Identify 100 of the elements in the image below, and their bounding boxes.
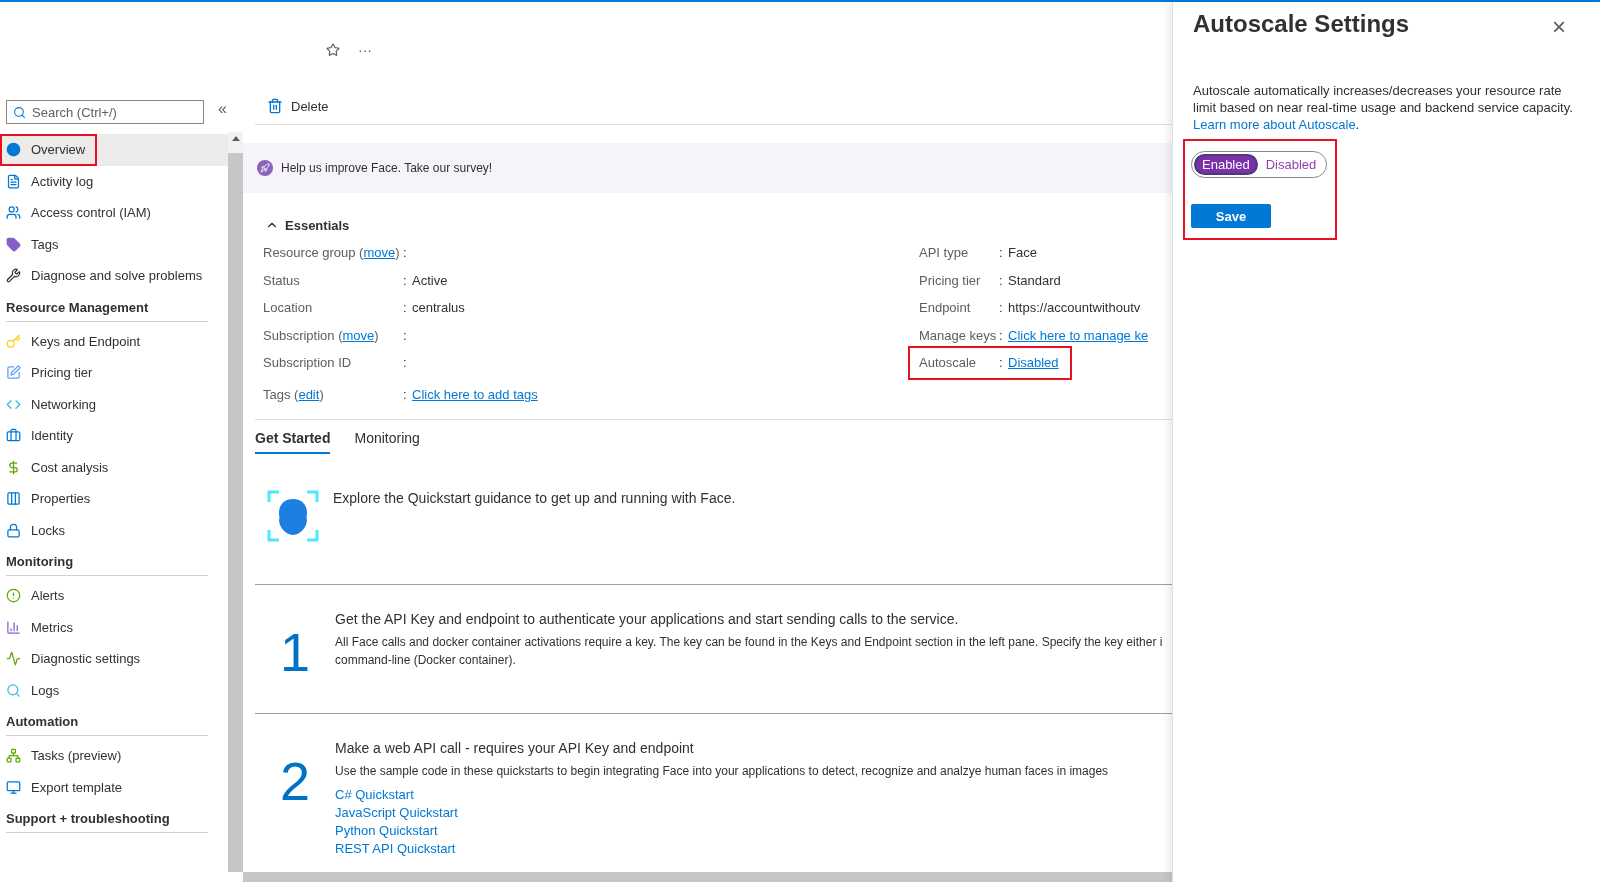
- section-title: Resource Management: [6, 291, 208, 322]
- intro-text: Explore the Quickstart guidance to get up and running with Face.: [333, 489, 736, 508]
- tab[interactable]: Get Started: [255, 429, 331, 454]
- wrench-icon: [6, 268, 21, 284]
- quickstart-link[interactable]: Python Quickstart: [335, 821, 1109, 840]
- alert-icon: [6, 588, 21, 604]
- field-link[interactable]: Click here to add tags: [412, 387, 538, 402]
- field-label: Location: [263, 300, 314, 316]
- separator: :: [403, 387, 408, 402]
- nav-item[interactable]: Tasks (preview): [0, 740, 228, 772]
- field-value: Standard: [1008, 272, 1061, 288]
- log-icon: [6, 173, 21, 189]
- separator: :: [403, 272, 408, 288]
- field-label: Tags (edit): [263, 387, 325, 402]
- edit-icon: [6, 365, 21, 381]
- separator: :: [403, 327, 408, 343]
- nav-item[interactable]: Properties: [0, 483, 228, 515]
- nav-item[interactable]: Activity log: [0, 165, 228, 197]
- save-button[interactable]: Save: [1191, 204, 1271, 228]
- toggle-option[interactable]: Disabled: [1257, 154, 1325, 175]
- field-label: Endpoint: [919, 300, 972, 316]
- separator: :: [999, 355, 1004, 371]
- step-description: All Face calls and docker container activations require a key. The key can be found in the Keys and Endpoint section in the left pane. Specify the key either i: [335, 633, 1163, 651]
- more-button[interactable]: ···: [358, 42, 372, 58]
- section-title: Automation: [6, 706, 208, 736]
- nav-item[interactable]: Cost analysis: [0, 451, 228, 483]
- bars-icon: [6, 491, 21, 507]
- search-icon: [13, 105, 26, 119]
- field-label: Manage keys: [919, 327, 998, 343]
- field-value: centralus: [412, 300, 465, 316]
- separator: :: [999, 245, 1004, 261]
- panel-description: Autoscale automatically increases/decreases your resource rate limit based on near real-time usage and backend service capacity. Learn more about Autoscale.: [1193, 82, 1574, 133]
- dollar-icon: [6, 459, 21, 475]
- nav-item[interactable]: Locks: [0, 514, 228, 546]
- field-label: Pricing tier: [919, 272, 982, 288]
- field-label: Status: [263, 272, 301, 288]
- collapse-button[interactable]: «: [218, 100, 227, 118]
- nav-item[interactable]: Networking: [0, 388, 228, 420]
- nav-item[interactable]: Diagnose and solve problems: [0, 260, 228, 292]
- separator: :: [999, 327, 1004, 343]
- quickstart-link[interactable]: JavaScript Quickstart: [335, 803, 1109, 822]
- nav-item[interactable]: Alerts: [0, 580, 228, 612]
- quickstart-link[interactable]: C# Quickstart: [335, 785, 1109, 804]
- step-heading: Get the API Key and endpoint to authenticate your applications and start sending calls to the service.: [335, 610, 960, 627]
- briefcase-icon: [6, 428, 21, 444]
- step-number: 2: [278, 749, 311, 813]
- search-field[interactable]: Search (Ctrl+/): [6, 100, 204, 124]
- panel-title: Autoscale Settings: [1193, 10, 1410, 38]
- face-icon: [267, 489, 319, 542]
- field-value: Active: [412, 272, 448, 288]
- nav-item[interactable]: Logs: [0, 674, 228, 706]
- field-label: API type: [919, 245, 970, 261]
- field-link[interactable]: Disabled: [1008, 355, 1059, 371]
- separator: :: [999, 300, 1004, 316]
- close-button[interactable]: ×: [1546, 12, 1572, 42]
- section-title: Monitoring: [6, 546, 208, 576]
- trash-icon: [267, 98, 283, 114]
- tasks-icon: [6, 748, 21, 764]
- field-label: Autoscale: [919, 355, 978, 371]
- tab[interactable]: Monitoring: [354, 429, 420, 454]
- nav-item[interactable]: Identity: [0, 420, 228, 452]
- scrollbar[interactable]: [243, 872, 1172, 882]
- chart-icon: [6, 619, 21, 635]
- nav-item[interactable]: Tags: [0, 228, 228, 260]
- section-title: Essentials: [285, 217, 350, 233]
- step-description: Use the sample code in these quickstarts to begin integrating Face into your applications to detect, recognize and analzye human faces in images: [335, 762, 1109, 780]
- key-icon: [6, 333, 21, 349]
- delete-button[interactable]: Delete: [255, 98, 341, 114]
- nav-item[interactable]: Diagnostic settings: [0, 643, 228, 675]
- toggle-option[interactable]: Enabled: [1194, 154, 1258, 175]
- inline-link[interactable]: move: [363, 245, 396, 261]
- learn-more-link[interactable]: Learn more about Autoscale: [1193, 117, 1356, 132]
- nav-item[interactable]: Access control (IAM): [0, 197, 228, 229]
- section-title: Support + troubleshooting: [6, 803, 208, 833]
- separator: :: [403, 300, 408, 316]
- step-description: command-line (Docker container).: [335, 651, 517, 669]
- lock-icon: [6, 522, 21, 538]
- search-icon: [6, 682, 21, 698]
- banner-text: Help us improve Face. Take our survey!: [281, 161, 493, 175]
- favorite-button[interactable]: [326, 43, 340, 57]
- tag-icon: [6, 236, 21, 252]
- field-label: Subscription ID: [263, 355, 353, 371]
- field-label: Subscription (move): [263, 327, 380, 343]
- inline-link[interactable]: move: [342, 327, 375, 343]
- inline-link[interactable]: edit: [298, 387, 320, 402]
- nav-item[interactable]: Pricing tier: [0, 357, 228, 389]
- step-number: 1: [278, 620, 311, 683]
- field-label: Resource group (move): [263, 245, 401, 261]
- step-heading: Make a web API call - requires your API Key and endpoint: [335, 739, 695, 756]
- field-value: https://accountwithoutv: [1008, 300, 1141, 316]
- monitor-icon: [6, 779, 21, 795]
- nav-item[interactable]: Export template: [0, 771, 228, 803]
- nav-item[interactable]: Metrics: [0, 611, 228, 643]
- field-link[interactable]: Click here to manage ke: [1008, 327, 1149, 343]
- users-icon: [6, 205, 21, 221]
- rocket-icon: [257, 160, 273, 176]
- nav-item[interactable]: Keys and Endpoint: [0, 325, 228, 357]
- quickstart-link[interactable]: REST API Quickstart: [335, 839, 1109, 858]
- field-value: Face: [1008, 245, 1037, 261]
- separator: :: [403, 355, 408, 371]
